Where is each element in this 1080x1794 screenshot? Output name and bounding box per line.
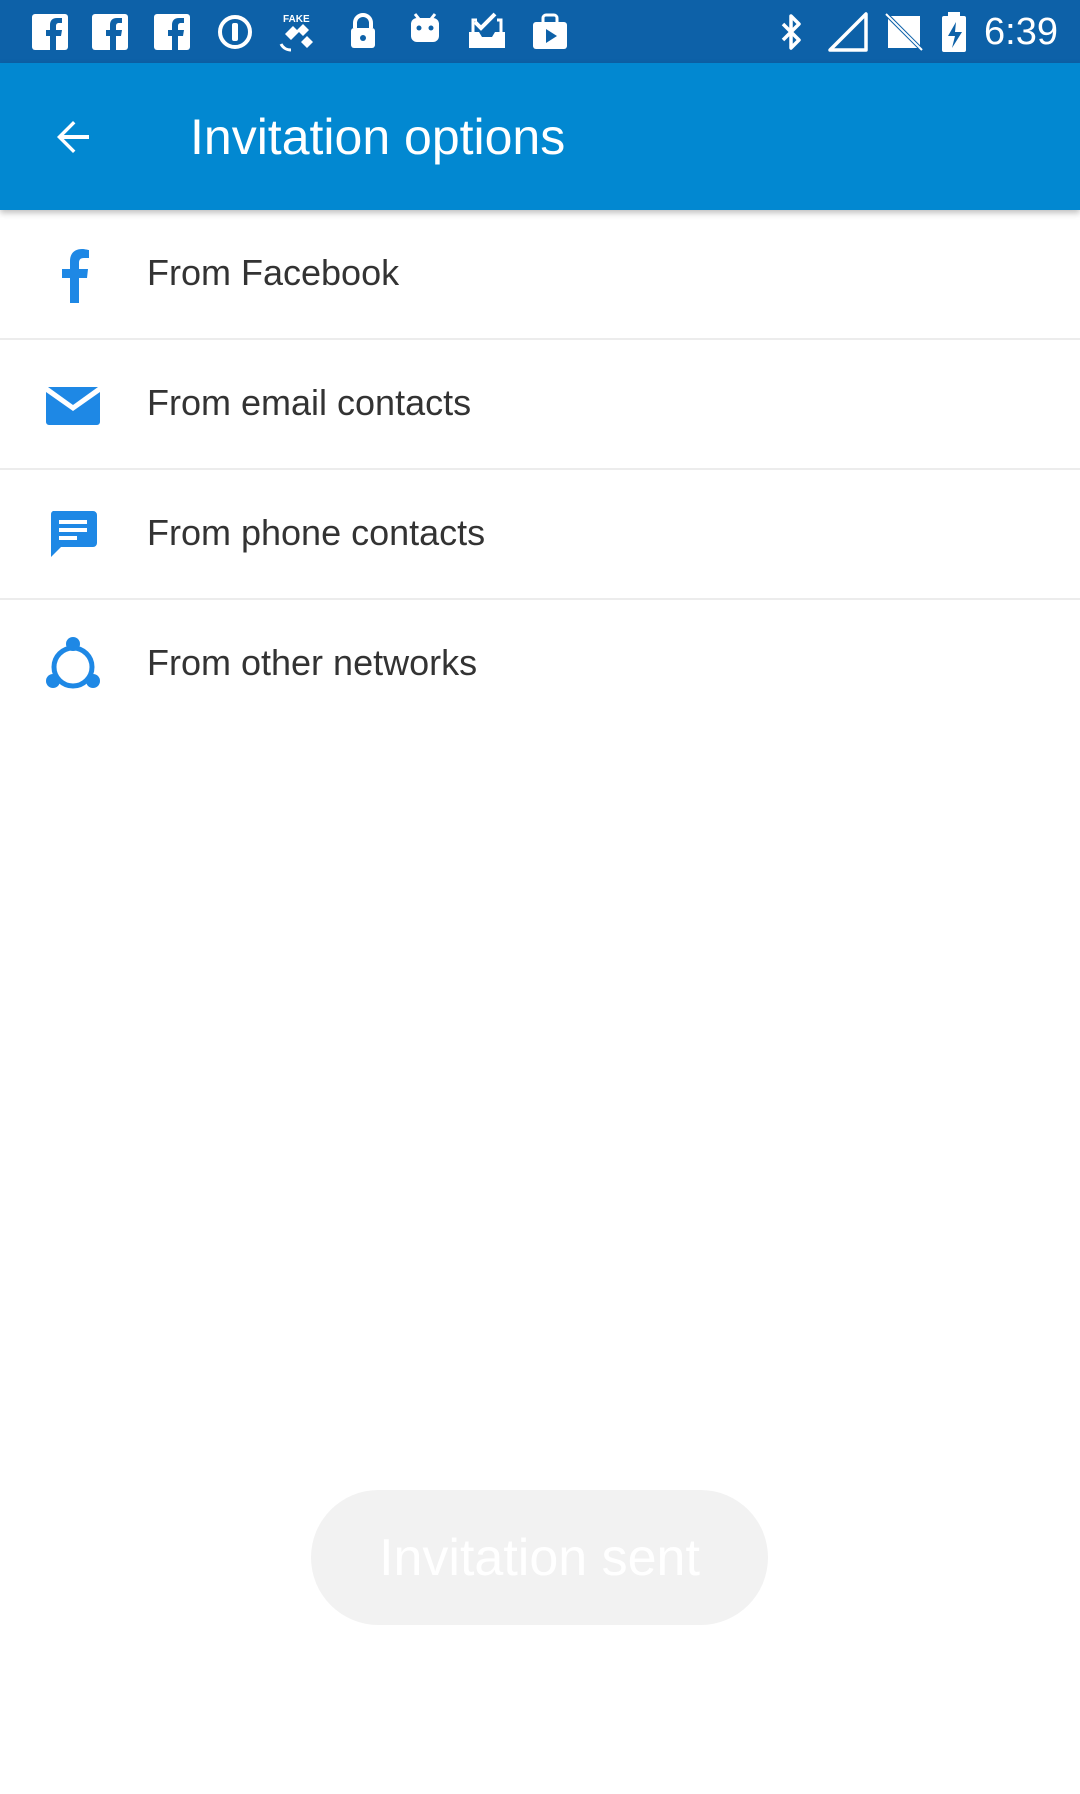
option-label: From phone contacts [147, 512, 486, 553]
share-network-icon [44, 636, 102, 694]
option-label: From email contacts [147, 382, 472, 423]
android-icon [403, 10, 447, 54]
option-from-phone-contacts[interactable]: From phone contacts [0, 470, 1080, 600]
inbox-check-icon [465, 10, 509, 54]
option-from-other-networks[interactable]: From other networks [0, 600, 1080, 728]
message-icon [44, 506, 102, 564]
facebook-icon [44, 246, 102, 304]
svg-text:FAKE: FAKE [283, 14, 310, 25]
no-sim-icon [882, 10, 926, 54]
facebook-notification-icon [88, 10, 132, 54]
option-label: From other networks [147, 642, 478, 683]
invitation-options-list: From Facebook From email contacts From p… [0, 210, 1080, 728]
signal-icon [826, 10, 870, 54]
bluetooth-icon [770, 10, 814, 54]
fake-gps-satellite-icon: FAKE [275, 10, 319, 54]
facebook-notification-icon [28, 10, 72, 54]
option-from-facebook[interactable]: From Facebook [0, 210, 1080, 340]
status-bar: FAKE 6:39 [0, 0, 1080, 63]
facebook-notification-icon [150, 10, 194, 54]
app-bar: Invitation options [0, 63, 1080, 210]
arrow-back-icon [57, 121, 89, 153]
option-label: From Facebook [147, 252, 400, 293]
invitation-sent-toast: Invitation sent [311, 1490, 768, 1625]
play-store-bag-icon [528, 10, 572, 54]
status-time: 6:39 [984, 11, 1058, 53]
toast-text: Invitation sent [379, 1528, 700, 1587]
option-from-email-contacts[interactable]: From email contacts [0, 340, 1080, 470]
email-icon [44, 376, 102, 434]
circle-info-icon [213, 10, 257, 54]
lock-icon [341, 10, 385, 54]
battery-charging-icon [936, 10, 980, 54]
page-title: Invitation options [190, 109, 566, 165]
back-button[interactable] [36, 100, 110, 174]
